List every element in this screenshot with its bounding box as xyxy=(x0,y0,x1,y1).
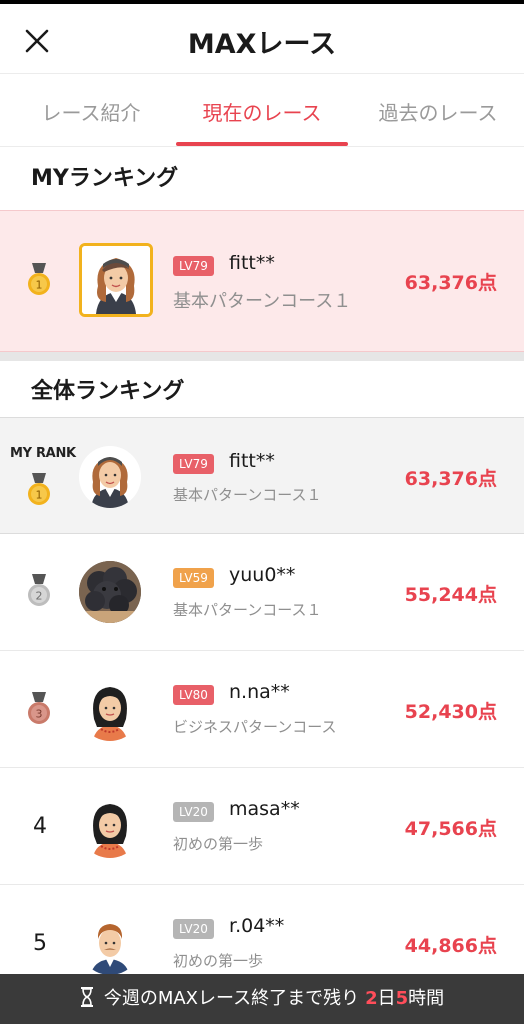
level-badge: LV20 xyxy=(173,802,214,822)
man-avatar-icon xyxy=(79,913,141,975)
course-name: 初めの第一歩 xyxy=(173,952,264,970)
woman-avatar-icon xyxy=(79,796,141,858)
rank-number: 5 xyxy=(33,931,47,956)
my-rank-label: MY RANK xyxy=(10,446,76,461)
course-name: ビジネスパターンコース xyxy=(173,718,337,736)
countdown-hour-unit: 時間 xyxy=(408,988,445,1009)
user-avatar xyxy=(79,561,141,623)
tab-current-race[interactable]: 現在のレース xyxy=(176,97,348,126)
tab-past-races[interactable]: 過去のレース xyxy=(362,97,514,126)
user-avatar xyxy=(79,679,141,741)
ranking-row-3[interactable]: 3 LV80 n.na** ビジネスパターンコース 52,430点 xyxy=(0,651,524,768)
course-name: 初めの第一歩 xyxy=(173,835,264,853)
tab-race-intro[interactable]: レース紹介 xyxy=(20,97,162,126)
woman-avatar-icon xyxy=(79,679,141,741)
user-name: masa** xyxy=(229,798,300,820)
score: 63,376点 xyxy=(404,272,497,294)
ranking-row-1[interactable]: MY RANK 1 LV79 fitt** 基本パターンコース１ 63,376点 xyxy=(0,417,524,534)
course-name: 基本パターンコース１ xyxy=(173,291,352,312)
ranking-row-4[interactable]: 4 LV20 masa** 初めの第一歩 47,566点 xyxy=(0,768,524,885)
user-name: n.na** xyxy=(229,681,290,703)
level-badge: LV79 xyxy=(173,454,214,474)
course-name: 基本パターンコース１ xyxy=(173,486,322,504)
silver-medal-icon: 2 xyxy=(28,574,50,606)
user-avatar xyxy=(79,913,141,975)
user-name: r.04** xyxy=(229,915,285,937)
my-ranking-card[interactable]: 1 LV79 fitt** 基本パターンコース１ 63,376点 xyxy=(0,210,524,352)
ranking-row-2[interactable]: 2 LV59 yuu0** 基本パターンコース１ 55,244点 xyxy=(0,534,524,651)
user-name: yuu0** xyxy=(229,564,296,586)
score: 44,866点 xyxy=(404,935,497,957)
tab-bar: レース紹介 現在のレース 過去のレース xyxy=(0,75,524,147)
countdown-day-unit: 日 xyxy=(377,988,396,1009)
level-badge: LV20 xyxy=(173,919,214,939)
rank-number: 4 xyxy=(33,814,47,839)
gold-medal-icon: 1 xyxy=(28,473,50,505)
section-divider xyxy=(0,352,524,361)
bronze-medal-icon: 3 xyxy=(28,692,50,724)
svg-text:1: 1 xyxy=(36,489,43,502)
my-ranking-heading: MYランキング xyxy=(31,166,179,191)
countdown-text: 今週のMAXレース終了まで残り xyxy=(103,988,360,1009)
level-badge: LV79 xyxy=(173,256,214,276)
level-badge: LV80 xyxy=(173,685,214,705)
race-countdown-bar: 今週のMAXレース終了まで残り 2日5時間 xyxy=(0,974,524,1024)
svg-text:2: 2 xyxy=(36,590,43,603)
overall-ranking-heading: 全体ランキング xyxy=(31,379,185,404)
svg-text:1: 1 xyxy=(36,279,43,292)
hourglass-icon xyxy=(80,987,93,1007)
woman-avatar-icon xyxy=(82,246,150,314)
dog-photo-icon xyxy=(79,561,141,623)
score: 55,244点 xyxy=(404,584,497,606)
countdown-days: 2 xyxy=(365,988,378,1009)
score: 47,566点 xyxy=(404,818,497,840)
level-badge: LV59 xyxy=(173,568,214,588)
page-title: MAXレース xyxy=(187,29,337,60)
user-avatar xyxy=(79,796,141,858)
score: 63,376点 xyxy=(404,468,497,490)
user-name: fitt** xyxy=(229,252,275,274)
svg-text:3: 3 xyxy=(36,708,43,721)
user-avatar xyxy=(79,446,141,508)
user-name: fitt** xyxy=(229,450,275,472)
woman-avatar-icon xyxy=(79,446,141,508)
course-name: 基本パターンコース１ xyxy=(173,601,322,619)
active-tab-indicator xyxy=(176,142,348,146)
score: 52,430点 xyxy=(404,701,497,723)
my-avatar xyxy=(79,243,153,317)
app-header: MAXレース xyxy=(0,4,524,74)
countdown-hours: 5 xyxy=(395,988,409,1009)
gold-medal-icon: 1 xyxy=(28,263,50,295)
